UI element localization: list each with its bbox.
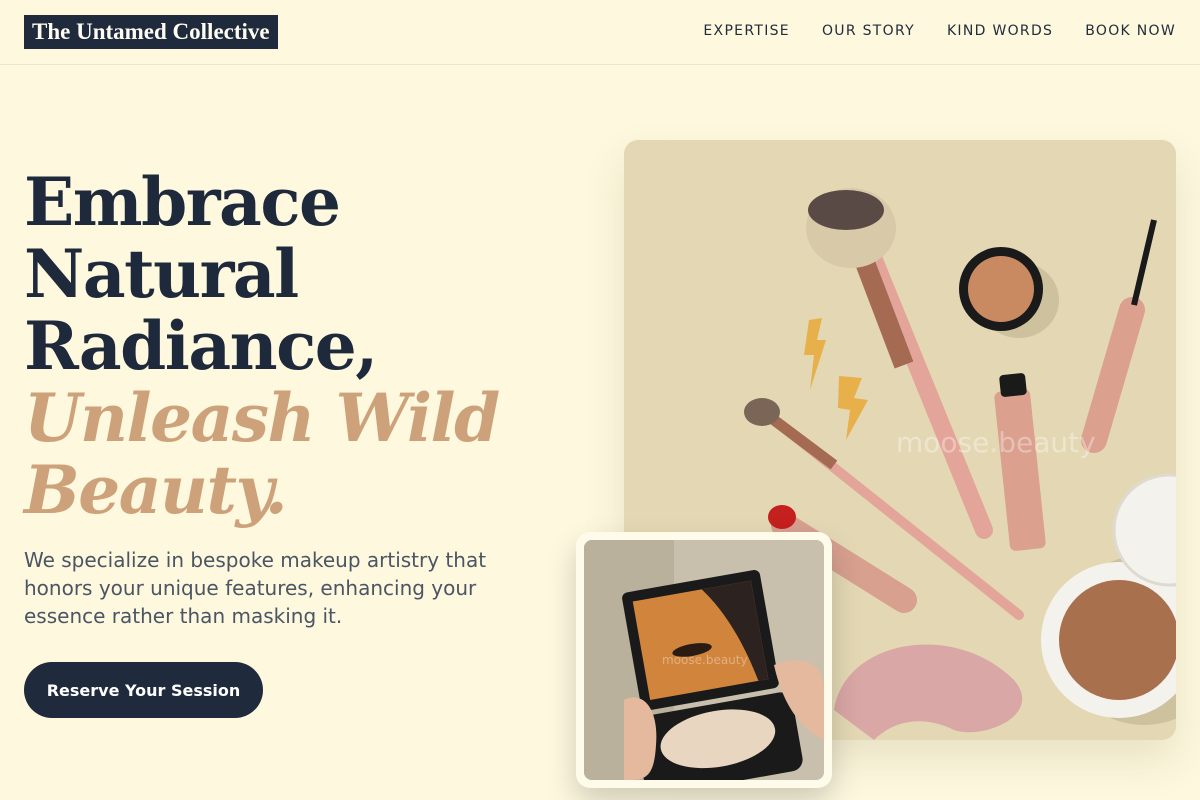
hero-description: We specialize in bespoke makeup artistry… <box>24 548 487 628</box>
nav-link-expertise[interactable]: EXPERTISE <box>703 22 790 40</box>
mirror-photo-image: moose.beauty <box>584 540 824 780</box>
reserve-session-button[interactable]: Reserve Your Session <box>24 662 263 718</box>
main-nav: EXPERTISE OUR STORY KIND WORDS BOOK NOW <box>703 22 1176 40</box>
nav-link-our-story[interactable]: OUR STORY <box>822 22 915 40</box>
hero-title-line: Embrace <box>24 163 341 241</box>
mirror-photo-frame: moose.beauty <box>576 532 832 788</box>
hero-title-line: Radiance, <box>24 307 378 385</box>
nav-link-kind-words[interactable]: KIND WORDS <box>947 22 1053 40</box>
hero-title-line: Natural <box>24 235 299 313</box>
mirror-photo-illustration: moose.beauty <box>584 540 824 780</box>
hero-accent-line: Beauty. <box>24 451 288 529</box>
hero-accent-line: Unleash Wild <box>24 379 500 457</box>
small-image-watermark: moose.beauty <box>662 653 748 667</box>
hero-title: Embrace Natural Radiance, Unleash Wild B… <box>24 166 584 526</box>
site-header: The Untamed Collective EXPERTISE OUR STO… <box>0 0 1200 65</box>
nav-link-book-now[interactable]: BOOK NOW <box>1085 22 1176 40</box>
main-image-watermark: moose.beauty <box>896 426 1096 459</box>
brand-logo[interactable]: The Untamed Collective <box>24 15 278 49</box>
